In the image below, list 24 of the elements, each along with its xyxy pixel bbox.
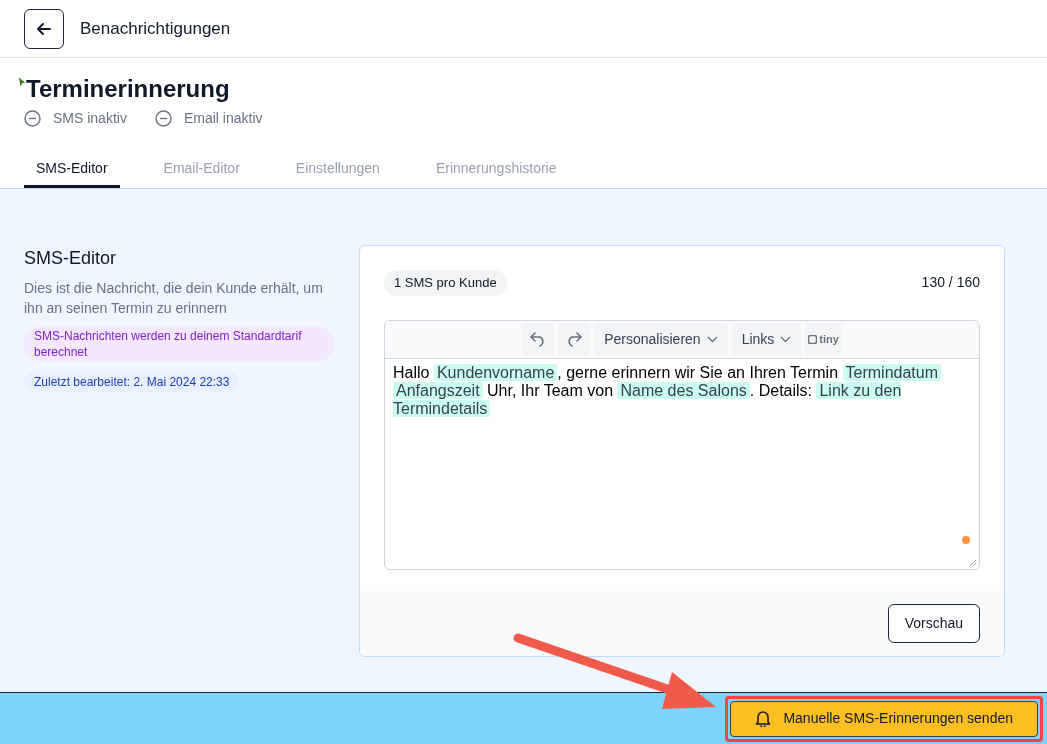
toolbar-menu[interactable]: Links <box>731 322 802 356</box>
tiny-logo-icon <box>808 334 818 344</box>
toolbar-menu[interactable]: Personalisieren <box>594 322 728 356</box>
preview-button[interactable]: Vorschau <box>887 604 980 643</box>
character-counter: 130 / 160 <box>921 273 980 293</box>
back-button[interactable] <box>24 8 64 49</box>
chevron-down-icon <box>780 335 792 343</box>
chevron-down-icon <box>706 335 718 343</box>
billing-note: SMS-Nachrichten werden zu deinem Standardtarif berechnet <box>24 326 335 362</box>
bell-icon <box>755 710 772 727</box>
last-edited-note: Zuletzt bearbeitet: 2. Mai 2024 22:33 <box>24 372 240 392</box>
resize-handle-icon[interactable] <box>969 558 977 567</box>
redo-icon <box>565 331 584 347</box>
tiny-logo: tiny <box>805 322 842 356</box>
section-description: Dies ist die Nachricht, die dein Kunde erhält, um ihn an seinen Termin zu erinnern <box>24 279 324 318</box>
redo-button[interactable] <box>558 322 591 356</box>
send-reminders-button[interactable]: Manuelle SMS-Erinnerungen senden <box>730 700 1038 737</box>
status-label: Email inaktiv <box>183 109 263 128</box>
undo-button[interactable] <box>522 322 555 356</box>
status-label: SMS inaktiv <box>53 109 127 128</box>
sms-count-badge: 1 SMS pro Kunde <box>384 270 507 296</box>
section-title: SMS-Editor <box>24 247 118 270</box>
heading: Terminerinnerung <box>26 74 230 104</box>
page-title: Benachrichtigungen <box>80 17 231 40</box>
